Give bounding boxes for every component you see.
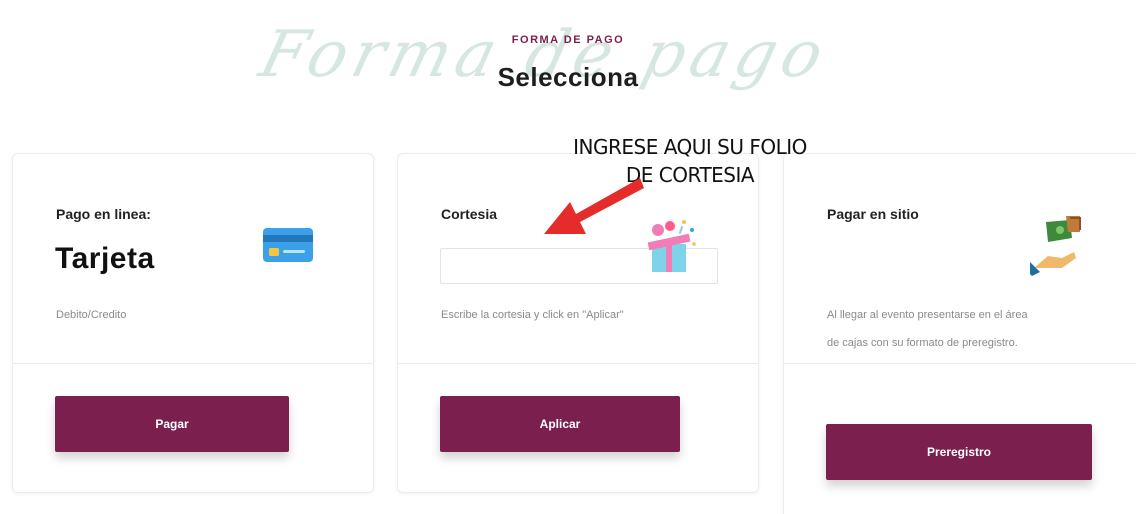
card-onsite-payment: Pagar en sitio Al llegar al evento prese…: [783, 153, 1136, 514]
annotation-line-1: INGRESE AQUI SU FOLIO: [573, 135, 807, 159]
card-onsite-subtext-2: de cajas con su formato de preregistro.: [827, 337, 1018, 349]
apply-button[interactable]: Aplicar: [440, 396, 680, 452]
card-online-label: Pago en linea:: [56, 206, 151, 222]
card-onsite-label: Pagar en sitio: [827, 206, 919, 222]
payment-method-title: Tarjeta: [55, 242, 155, 275]
red-arrow-icon: [544, 178, 644, 234]
card-courtesy-subtext: Escribe la cortesia y click en "Aplicar": [441, 309, 624, 321]
card-onsite-subtext-1: Al llegar al evento presentarse en el ár…: [827, 309, 1028, 321]
background-script-text: Forma de pago: [252, 18, 837, 92]
gift-icon: [647, 220, 696, 272]
pay-button[interactable]: Pagar: [55, 396, 289, 452]
card-courtesy-label: Cortesia: [441, 206, 498, 222]
section-overline: FORMA DE PAGO: [511, 34, 625, 46]
preregister-button[interactable]: Preregistro: [826, 424, 1092, 480]
credit-card-icon: [263, 228, 313, 262]
cash-hand-icon: [1030, 216, 1081, 276]
card-online-top: Pago en linea: Tarjeta Debito/Credito: [13, 154, 373, 364]
card-online-payment: Pago en linea: Tarjeta Debito/Credito Pa…: [12, 153, 374, 493]
card-online-subtext: Debito/Credito: [56, 309, 127, 321]
page-title: Selecciona: [497, 62, 639, 92]
